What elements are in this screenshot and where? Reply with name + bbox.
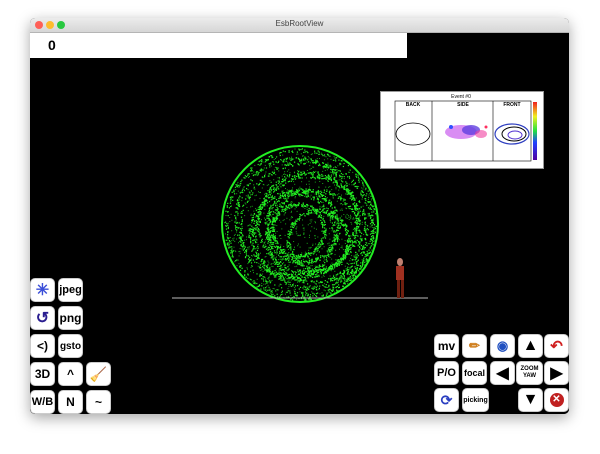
inset-event-view[interactable]: Event #0 BACK SIDE FRONT bbox=[380, 91, 544, 169]
pencil-button[interactable]: ✏ bbox=[462, 334, 487, 358]
inset-side-hits bbox=[445, 125, 488, 139]
arrow-right-icon: ▶ bbox=[550, 365, 563, 382]
close-circle-icon: ✕ bbox=[549, 393, 564, 407]
move-down-button[interactable]: ▼ bbox=[518, 388, 543, 412]
mv-button[interactable]: mv bbox=[434, 334, 459, 358]
inset-back-ellipse bbox=[395, 122, 431, 146]
event-counter: 0 bbox=[30, 33, 407, 58]
move-left-button[interactable]: ◀ bbox=[490, 361, 515, 385]
gsto-button[interactable]: gsto bbox=[58, 334, 83, 358]
3d-button[interactable]: 3D bbox=[30, 362, 55, 386]
rotate-view-button[interactable]: ⟳ bbox=[434, 388, 459, 412]
broom-icon: 🧹 bbox=[89, 365, 108, 382]
zoom-label: ZOOM bbox=[520, 366, 539, 372]
arrow-down-icon: ▼ bbox=[522, 391, 539, 408]
human-figure bbox=[396, 258, 404, 298]
inset-color-scale bbox=[533, 102, 537, 160]
move-right-button[interactable]: ▶ bbox=[544, 361, 569, 385]
n-button[interactable]: N bbox=[58, 390, 83, 414]
eye-icon: ◉ bbox=[496, 338, 509, 353]
event-counter-value: 0 bbox=[48, 37, 56, 53]
tilde-button[interactable]: ~ bbox=[86, 390, 111, 414]
perspective-ortho-button[interactable]: P/O bbox=[434, 361, 459, 385]
undo-button[interactable]: ↶ bbox=[544, 334, 569, 358]
inset-plot: Event #0 BACK SIDE FRONT bbox=[394, 94, 537, 162]
inset-label-back: BACK bbox=[406, 102, 421, 108]
inset-label-front: FRONT bbox=[503, 102, 520, 108]
up-button[interactable]: ^ bbox=[58, 362, 83, 386]
window-title: EsbRootView bbox=[275, 19, 324, 28]
rotate-arrow-icon: ⟳ bbox=[440, 391, 453, 408]
picking-button[interactable]: picking bbox=[462, 388, 489, 412]
arrow-left-icon: ◀ bbox=[496, 365, 509, 382]
zoom-yaw-button[interactable]: ZOOM YAW bbox=[516, 361, 543, 385]
broom-button[interactable]: 🧹 bbox=[86, 362, 111, 386]
jpeg-button[interactable]: jpeg bbox=[58, 278, 83, 302]
rotate-button[interactable]: ↺ bbox=[30, 306, 55, 330]
app-window: EsbRootView 0 Event #0 BACK SIDE FRONT ✳… bbox=[30, 18, 569, 414]
rotate-icon: ↺ bbox=[35, 310, 50, 327]
focal-button[interactable]: focal bbox=[462, 361, 487, 385]
detector-hits bbox=[221, 145, 379, 303]
eye-button[interactable]: ◉ bbox=[490, 334, 515, 358]
title-bar: EsbRootView bbox=[30, 18, 569, 33]
png-button[interactable]: png bbox=[58, 306, 83, 330]
snowflake-button[interactable]: ✳ bbox=[30, 278, 55, 302]
move-up-button[interactable]: ▲ bbox=[518, 334, 543, 358]
3d-viewport[interactable]: Event #0 BACK SIDE FRONT ✳ jpeg ↺ png <)… bbox=[30, 58, 569, 414]
yaw-label: YAW bbox=[522, 373, 537, 379]
snowflake-icon: ✳ bbox=[35, 282, 50, 299]
arrow-up-icon: ▲ bbox=[522, 337, 539, 354]
inset-title: Event #0 bbox=[451, 94, 471, 100]
inset-label-side: SIDE bbox=[457, 102, 469, 108]
back-button[interactable]: <) bbox=[30, 334, 55, 358]
pencil-icon: ✏ bbox=[469, 338, 480, 353]
wb-button[interactable]: W/B bbox=[30, 390, 55, 414]
undo-icon: ↶ bbox=[550, 338, 563, 355]
exit-button[interactable]: ✕ bbox=[544, 388, 569, 412]
inset-front-rings bbox=[494, 123, 530, 145]
